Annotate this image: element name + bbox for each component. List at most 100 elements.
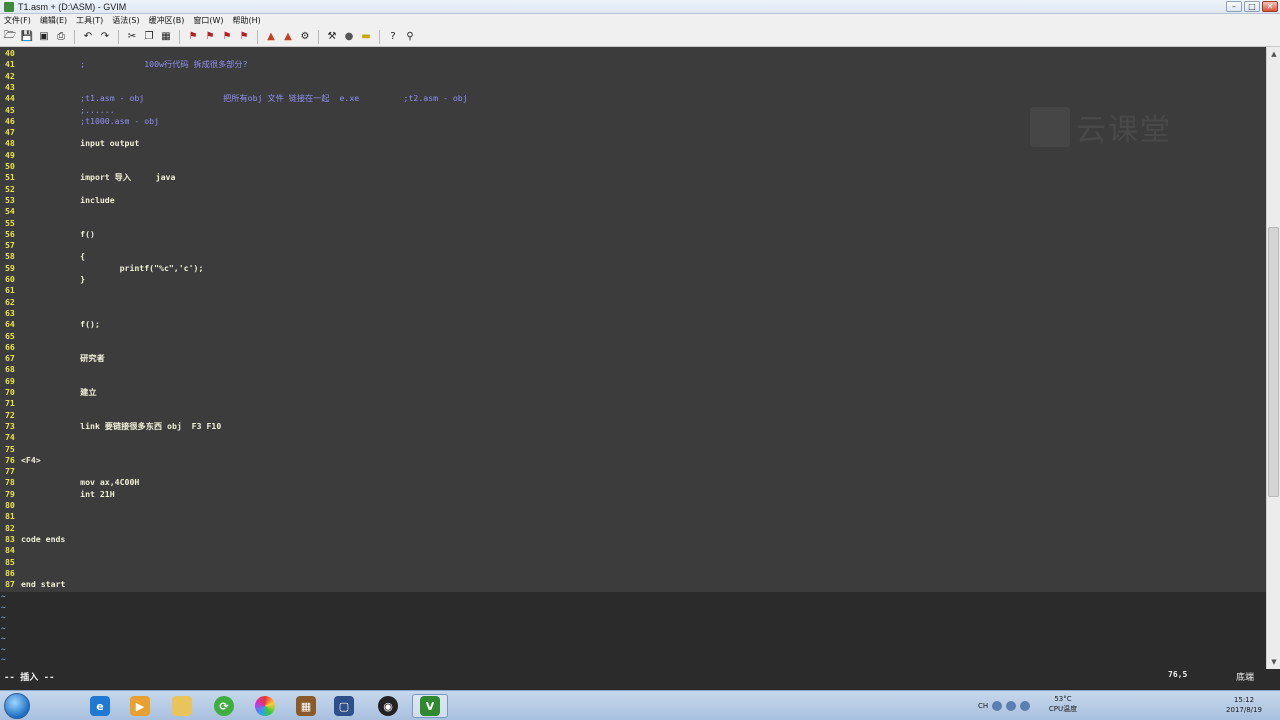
code-line[interactable]: 57: [0, 240, 1266, 251]
line-number: 53: [5, 194, 15, 205]
code-line[interactable]: 52: [0, 184, 1266, 195]
save-icon[interactable]: 💾: [20, 30, 34, 44]
cut-icon[interactable]: ✂: [125, 30, 139, 44]
find-icon[interactable]: ⚑: [186, 30, 200, 44]
code-line[interactable]: 69: [0, 376, 1266, 387]
code-line[interactable]: 61: [0, 285, 1266, 296]
scroll-down-arrow-icon[interactable]: ▼: [1267, 655, 1280, 669]
menu-file[interactable]: 文件(F): [4, 15, 31, 26]
color-icon[interactable]: [247, 694, 283, 718]
start-button[interactable]: [4, 693, 30, 719]
load-session-icon[interactable]: ▲: [264, 30, 278, 44]
replace-icon[interactable]: ⚑: [237, 30, 251, 44]
line-text: f();: [21, 319, 100, 330]
code-line[interactable]: 63: [0, 308, 1266, 319]
gvim-icon[interactable]: V: [412, 694, 448, 718]
code-line[interactable]: 49: [0, 150, 1266, 161]
menu-buffers[interactable]: 缓冲区(B): [149, 15, 185, 26]
code-line[interactable]: 79 int 21H: [0, 489, 1266, 500]
find-help-icon[interactable]: ⚲: [403, 30, 417, 44]
code-line[interactable]: 60 }: [0, 274, 1266, 285]
code-line[interactable]: 67 研究者: [0, 353, 1266, 364]
maximize-button[interactable]: □: [1244, 1, 1260, 12]
menu-syntax[interactable]: 语法(S): [112, 15, 139, 26]
undo-icon[interactable]: ↶: [81, 30, 95, 44]
find-next-icon[interactable]: ⚑: [203, 30, 217, 44]
scroll-up-arrow-icon[interactable]: ▲: [1267, 47, 1280, 61]
menu-edit[interactable]: 编辑(E): [40, 15, 67, 26]
settings-tray-icon[interactable]: [1020, 701, 1031, 711]
code-line[interactable]: 81: [0, 511, 1266, 522]
save-all-icon[interactable]: ▣: [37, 30, 51, 44]
code-line[interactable]: 68: [0, 364, 1266, 375]
ctags-icon[interactable]: ▬: [359, 30, 373, 44]
code-line[interactable]: 51 import 导入 java: [0, 172, 1266, 183]
chrome-icon[interactable]: ⟳: [206, 694, 242, 718]
code-line[interactable]: 76 <F4>: [0, 455, 1266, 466]
code-line[interactable]: 65: [0, 331, 1266, 342]
code-line[interactable]: 74: [0, 432, 1266, 443]
redo-icon[interactable]: ↷: [98, 30, 112, 44]
code-line[interactable]: 82: [0, 523, 1266, 534]
code-line[interactable]: 44 ;t1.asm - obj 把所有obj 文件 链接在一起 e.xe ;t…: [0, 93, 1266, 104]
code-line[interactable]: 71: [0, 398, 1266, 409]
save-session-icon[interactable]: ▲: [281, 30, 295, 44]
ie-icon[interactable]: e: [82, 694, 118, 718]
paste-icon[interactable]: ▦: [159, 30, 173, 44]
code-line[interactable]: 54: [0, 206, 1266, 217]
dosbox-icon[interactable]: ▦: [288, 694, 324, 718]
cpu-temperature: 53°C CPU温度: [1043, 694, 1083, 714]
media-player-icon[interactable]: ▶: [122, 694, 158, 718]
code-line[interactable]: 66: [0, 342, 1266, 353]
code-line[interactable]: 72: [0, 410, 1266, 421]
code-line[interactable]: 41 ; 100w行代码 拆成很多部分?: [0, 59, 1266, 70]
help-tray-icon[interactable]: [1006, 701, 1017, 711]
code-line[interactable]: 58 {: [0, 251, 1266, 262]
code-line[interactable]: 83 code ends: [0, 534, 1266, 545]
code-line[interactable]: 55: [0, 218, 1266, 229]
run-script-icon[interactable]: ⚙: [298, 30, 312, 44]
copy-icon[interactable]: ❐: [142, 30, 156, 44]
code-line[interactable]: 50: [0, 161, 1266, 172]
explorer-icon[interactable]: [164, 694, 200, 718]
clock[interactable]: 15:12 2017/8/19: [1224, 695, 1264, 715]
code-line[interactable]: 53 include: [0, 195, 1266, 206]
code-line[interactable]: 64 f();: [0, 319, 1266, 330]
code-line[interactable]: 80: [0, 500, 1266, 511]
menu-help[interactable]: 帮助(H): [233, 15, 261, 26]
code-line[interactable]: 42: [0, 71, 1266, 82]
open-icon[interactable]: 🗁: [3, 30, 17, 44]
minimize-button[interactable]: –: [1226, 1, 1242, 12]
code-line[interactable]: 43: [0, 82, 1266, 93]
code-line[interactable]: 73 link 要链接很多东西 obj F3 F10: [0, 421, 1266, 432]
help-icon[interactable]: ?: [386, 30, 400, 44]
editor-area[interactable]: 40 41 ; 100w行代码 拆成很多部分? 42 43 44 ;t1.asm - o…: [0, 47, 1266, 669]
make-icon[interactable]: ⚒: [325, 30, 339, 44]
code-line[interactable]: 77: [0, 466, 1266, 477]
network-icon[interactable]: [992, 701, 1003, 711]
code-line[interactable]: 78 mov ax,4C00H: [0, 477, 1266, 488]
code-line[interactable]: 40: [0, 48, 1266, 59]
scroll-thumb[interactable]: [1268, 227, 1279, 497]
find-prev-icon[interactable]: ⚑: [220, 30, 234, 44]
code-line[interactable]: 75: [0, 444, 1266, 455]
obs-icon[interactable]: ◉: [370, 694, 406, 718]
menu-tools[interactable]: 工具(T): [76, 15, 103, 26]
vertical-scrollbar[interactable]: ▲ ▼: [1266, 47, 1280, 669]
code-line[interactable]: 56 f(): [0, 229, 1266, 240]
code-line[interactable]: 86: [0, 568, 1266, 579]
code-line[interactable]: 70 建立: [0, 387, 1266, 398]
menu-window[interactable]: 窗口(W): [193, 15, 223, 26]
code-line[interactable]: 85: [0, 557, 1266, 568]
close-button[interactable]: ✕: [1262, 1, 1278, 12]
code-line[interactable]: 62: [0, 297, 1266, 308]
code-line[interactable]: 84: [0, 545, 1266, 556]
virtualbox-icon[interactable]: ▢: [326, 694, 362, 718]
shell-icon[interactable]: ●: [342, 30, 356, 44]
gvim-app-icon[interactable]: [4, 1, 14, 12]
code-line[interactable]: 59 printf("%c",'c');: [0, 263, 1266, 274]
language-indicator[interactable]: CH: [978, 702, 988, 710]
title-bar[interactable]: T1.asm + (D:\ASM) - GVIM – □ ✕: [0, 0, 1280, 14]
print-icon[interactable]: ⎙: [54, 30, 68, 44]
code-line[interactable]: 87 end start: [0, 579, 1266, 590]
